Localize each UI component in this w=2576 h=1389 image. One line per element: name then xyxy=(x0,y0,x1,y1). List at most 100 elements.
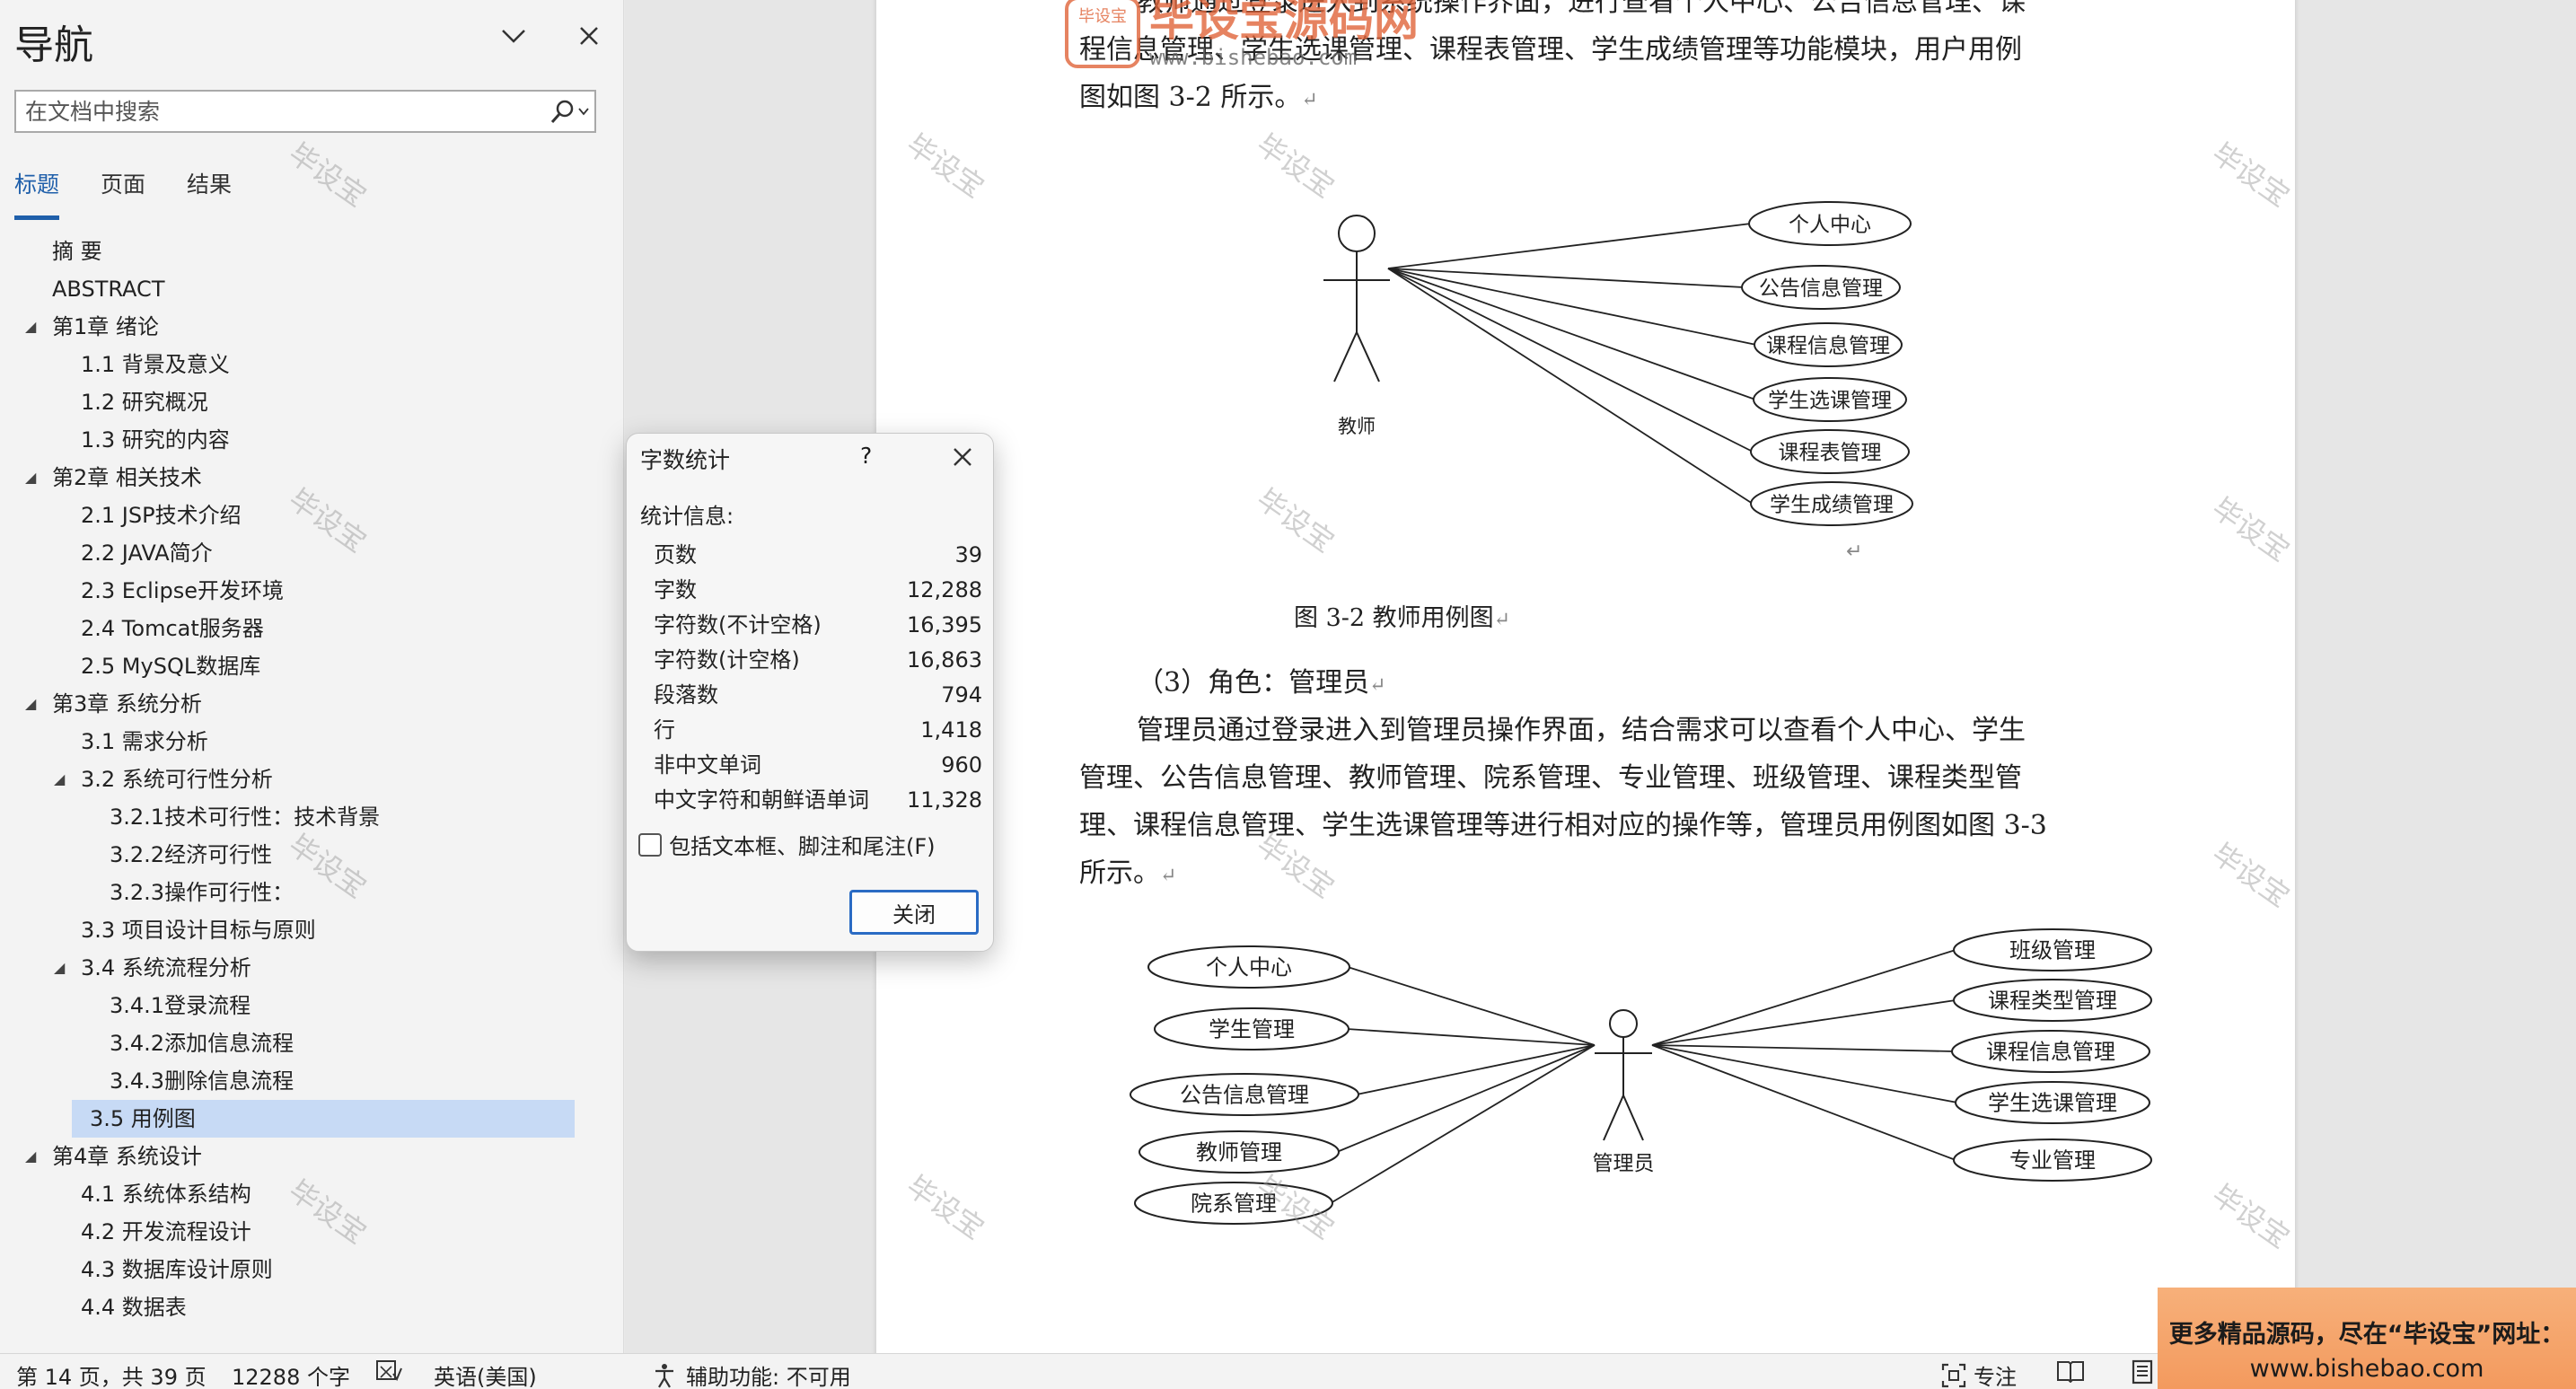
collapse-arrow-icon[interactable]: ◢ xyxy=(54,760,65,798)
statistic-value: 16,395 xyxy=(907,612,982,637)
collapse-arrow-icon[interactable]: ◢ xyxy=(25,459,36,497)
association-line xyxy=(1387,268,1745,288)
focus-mode-button[interactable]: 专注 xyxy=(1941,1359,2017,1389)
search-options-chevron-icon[interactable] xyxy=(578,107,589,116)
paragraph-line: 管理员通过登录进入到管理员操作界面，结合需求可以查看个人中心、学生 xyxy=(1137,715,2026,746)
nav-heading-item[interactable]: 4.1 系统体系结构 xyxy=(0,1175,624,1213)
status-word-count[interactable]: 12288 个字 xyxy=(232,1359,350,1389)
nav-heading-item[interactable]: 1.2 研究概况 xyxy=(0,383,624,421)
focus-icon xyxy=(1941,1363,1966,1387)
promo-url[interactable]: www.bishebao.com xyxy=(2158,1355,2576,1383)
use-case-label: 课程信息管理 xyxy=(1766,334,1890,357)
logo-url: www.bishebao.com xyxy=(1149,45,1358,70)
actor-label-teacher: 教师 xyxy=(1338,416,1376,437)
nav-heading-item[interactable]: 4.4 数据表 xyxy=(0,1288,624,1326)
nav-heading-item[interactable]: 4.3 数据库设计原则 xyxy=(0,1251,624,1288)
nav-heading-label: 2.3 Eclipse开发环境 xyxy=(81,578,284,603)
collapse-arrow-icon[interactable]: ◢ xyxy=(25,1138,36,1175)
nav-heading-label: 第4章 系统设计 xyxy=(52,1144,202,1169)
tab-headings[interactable]: 标题 xyxy=(14,167,60,220)
figure-caption: 图 3-2 教师用例图↵ xyxy=(1294,604,1511,632)
use-case-label: 班级管理 xyxy=(2009,938,2096,963)
status-accessibility[interactable]: 辅助功能: 不可用 xyxy=(652,1359,851,1389)
nav-heading-item[interactable]: ◢ 3.2 系统可行性分析 xyxy=(0,760,624,798)
nav-heading-item[interactable]: 2.5 MySQL数据库 xyxy=(0,647,624,685)
promo-banner[interactable]: 更多精品源码，尽在“毕设宝”网址： www.bishebao.com xyxy=(2158,1288,2576,1389)
nav-heading-item[interactable]: 摘 要 xyxy=(0,233,624,270)
logo-seal-icon: 毕设宝 xyxy=(1065,0,1140,68)
nav-heading-item[interactable]: 2.2 JAVA简介 xyxy=(0,534,624,572)
tab-pages[interactable]: 页面 xyxy=(101,167,145,220)
nav-heading-item[interactable]: 3.4.2添加信息流程 xyxy=(0,1024,624,1062)
statistic-row: 字数 12,288 xyxy=(654,573,982,608)
dialog-title: 字数统计 xyxy=(640,447,731,473)
association-line xyxy=(1387,268,1756,400)
collapse-arrow-icon[interactable]: ◢ xyxy=(54,949,65,987)
nav-heading-item[interactable]: ◢ 第1章 绪论 xyxy=(0,308,624,346)
nav-heading-item[interactable]: ◢ 第2章 相关技术 xyxy=(0,459,624,497)
proofing-icon[interactable] xyxy=(375,1359,402,1383)
actor-label-admin: 管理员 xyxy=(1593,1152,1655,1175)
include-textboxes-option[interactable]: 包括文本框、脚注和尾注(F) xyxy=(638,829,936,860)
nav-heading-item[interactable]: 3.2.3操作可行性： xyxy=(0,874,624,911)
paragraph-line: 所示。↵ xyxy=(1079,857,1177,889)
nav-heading-item[interactable]: ◢ 第4章 系统设计 xyxy=(0,1138,624,1175)
accessibility-icon xyxy=(655,1363,673,1388)
nav-heading-item[interactable]: 1.3 研究的内容 xyxy=(0,421,624,459)
document-page[interactable]: 教师通过登录进入到系统操作界面，进行查看个人中心、公告信息管理、课 程信息管理、… xyxy=(876,0,2295,1353)
nav-heading-item[interactable]: 3.2.1技术可行性：技术背景 xyxy=(0,798,624,836)
use-case: 学生选课管理 xyxy=(1753,377,1907,422)
collapse-arrow-icon[interactable]: ◢ xyxy=(25,685,36,723)
read-mode-icon[interactable] xyxy=(2056,1359,2085,1383)
tab-results[interactable]: 结果 xyxy=(187,167,232,220)
nav-heading-label: 2.5 MySQL数据库 xyxy=(81,654,261,679)
statistic-label: 非中文单词 xyxy=(654,752,761,778)
association-line xyxy=(1330,1044,1596,1204)
nav-heading-label: 4.3 数据库设计原则 xyxy=(81,1257,273,1282)
nav-heading-item[interactable]: 3.2.2经济可行性 xyxy=(0,836,624,874)
nav-heading-item[interactable]: ◢ 第3章 系统分析 xyxy=(0,685,624,723)
association-line xyxy=(1356,1044,1596,1095)
include-textboxes-checkbox[interactable] xyxy=(638,832,662,857)
nav-heading-label: 第2章 相关技术 xyxy=(52,465,202,490)
nav-heading-label: 3.4.1登录流程 xyxy=(110,993,251,1018)
use-case-label: 学生选课管理 xyxy=(1988,1091,2117,1116)
nav-heading-item[interactable]: ◢ 3.4 系统流程分析 xyxy=(0,949,624,987)
nav-heading-item[interactable]: 1.1 背景及意义 xyxy=(0,346,624,383)
nav-heading-item[interactable]: 3.3 项目设计目标与原则 xyxy=(0,911,624,949)
nav-heading-item[interactable]: 2.1 JSP技术介绍 xyxy=(0,497,624,534)
status-language[interactable]: 英语(美国) xyxy=(434,1359,537,1389)
search-icon[interactable] xyxy=(544,92,594,131)
nav-close-icon[interactable] xyxy=(571,18,607,54)
use-case-label: 学生选课管理 xyxy=(1768,389,1892,412)
nav-heading-item[interactable]: ABSTRACT xyxy=(0,270,624,308)
nav-heading-item[interactable]: 4.2 开发流程设计 xyxy=(0,1213,624,1251)
nav-heading-label: 1.1 背景及意义 xyxy=(81,352,230,377)
nav-heading-item[interactable]: 3.4.1登录流程 xyxy=(0,987,624,1024)
print-layout-icon[interactable] xyxy=(2130,1359,2155,1385)
heading-tree: 摘 要 ABSTRACT ◢ 第1章 绪论 1.1 背景及意义 1.2 研究概况 1.3 研… xyxy=(0,233,624,1326)
association-line xyxy=(1387,223,1752,269)
nav-options-chevron-icon[interactable] xyxy=(496,18,532,54)
teacher-use-case-diagram: 教师 个人中心公告信息管理课程信息管理学生选课管理课程表管理学生成绩管理 xyxy=(1323,201,1913,526)
checkbox-label: 包括文本框、脚注和尾注(F) xyxy=(669,834,936,859)
dialog-close-icon[interactable] xyxy=(941,437,984,477)
close-button[interactable]: 关闭 xyxy=(849,890,979,935)
use-case-label: 公告信息管理 xyxy=(1180,1083,1309,1108)
nav-heading-item[interactable]: 2.4 Tomcat服务器 xyxy=(0,610,624,647)
association-line xyxy=(1387,268,1754,453)
statistic-value: 1,418 xyxy=(920,717,982,743)
use-case: 公告信息管理 xyxy=(1130,1073,1359,1116)
nav-heading-item[interactable]: 2.3 Eclipse开发环境 xyxy=(0,572,624,610)
statistic-row: 字符数(计空格) 16,863 xyxy=(654,643,982,678)
statistics-list: 页数 39 字数 12,288 字符数(不计空格) 16,395 字符数(计空格) 16,86… xyxy=(654,538,982,818)
nav-heading-item[interactable]: 3.5 用例图 xyxy=(72,1100,575,1138)
collapse-arrow-icon[interactable]: ◢ xyxy=(25,308,36,346)
status-page-number[interactable]: 第 14 页，共 39 页 xyxy=(16,1359,207,1389)
nav-heading-label: 4.2 开发流程设计 xyxy=(81,1219,251,1244)
nav-heading-item[interactable]: 3.1 需求分析 xyxy=(0,723,624,760)
nav-heading-item[interactable]: 3.4.3删除信息流程 xyxy=(0,1062,624,1100)
nav-search-input[interactable] xyxy=(16,92,544,131)
help-icon[interactable]: ? xyxy=(860,443,872,469)
navigation-pane: 导航 标题 页面 结果 摘 要 ABSTRACT ◢ 第1章 绪论 1.1 背景及意义 1… xyxy=(0,0,624,1353)
